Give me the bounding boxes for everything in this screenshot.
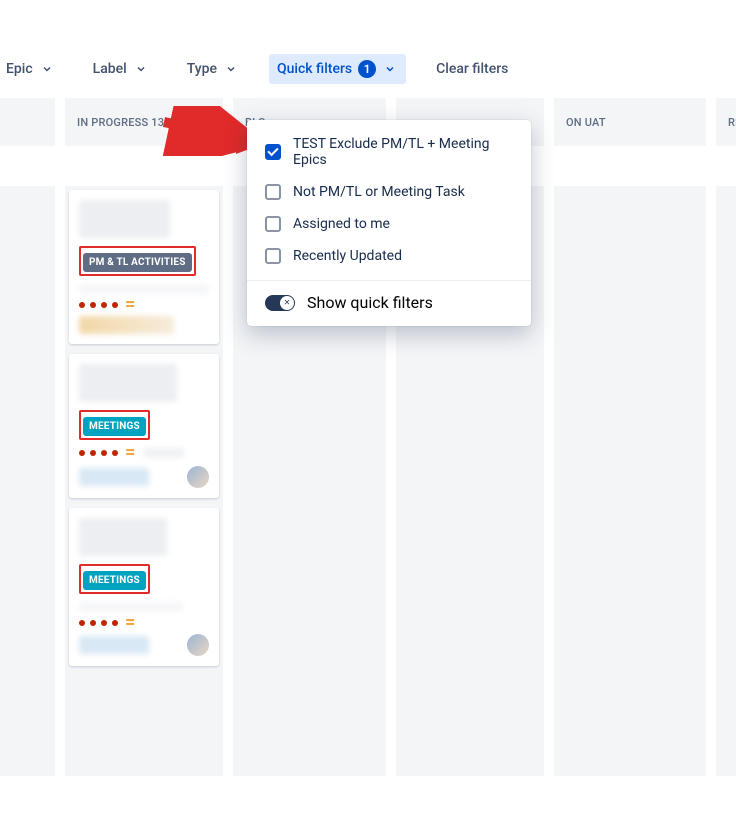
clear-filters-label: Clear filters	[436, 61, 508, 77]
quick-filters-count-badge: 1	[358, 60, 376, 78]
filter-option-label: Not PM/TL or Meeting Task	[293, 184, 465, 200]
chevron-down-icon	[382, 61, 398, 77]
board-column: 1/1	[0, 98, 55, 776]
card-title-placeholder	[79, 364, 177, 402]
priority-dots: =	[79, 448, 209, 458]
card-key-placeholder	[79, 636, 149, 654]
avatar	[187, 466, 209, 488]
checkbox-icon	[265, 216, 281, 232]
priority-dots: =	[79, 302, 209, 308]
epic-tag: MEETINGS	[83, 417, 146, 436]
filter-option-label: TEST Exclude PM/TL + Meeting Epics	[293, 136, 513, 168]
filter-option[interactable]: TEST Exclude PM/TL + Meeting Epics	[247, 120, 531, 176]
label-filter-label: Label	[93, 61, 127, 77]
column-header: ON UAT	[554, 98, 706, 146]
highlight-box: MEETINGS	[79, 410, 150, 440]
card[interactable]: MEETINGS =	[69, 508, 219, 666]
card-text-placeholder	[79, 602, 183, 612]
card-footer	[79, 466, 209, 488]
column-body	[716, 186, 736, 776]
card-key-placeholder	[79, 316, 174, 334]
filter-option[interactable]: Assigned to me	[247, 208, 531, 240]
board-column: ON UAT	[554, 98, 706, 776]
filter-option-label: Recently Updated	[293, 248, 402, 264]
column-header: REA	[716, 98, 736, 146]
toggle-icon	[265, 295, 295, 311]
quick-filters[interactable]: Quick filters 1	[269, 54, 406, 84]
epic-tag: MEETINGS	[83, 571, 146, 590]
card-title-placeholder	[79, 200, 170, 238]
equals-icon: =	[125, 302, 135, 308]
card-footer	[79, 634, 209, 656]
column-body	[554, 186, 706, 776]
checkbox-icon	[265, 184, 281, 200]
quick-filters-dropdown: TEST Exclude PM/TL + Meeting Epics Not P…	[247, 120, 531, 326]
epic-tag: PM & TL ACTIVITIES	[83, 253, 192, 272]
type-filter[interactable]: Type	[179, 55, 247, 83]
quick-filters-label: Quick filters	[277, 61, 352, 77]
card-text-placeholder	[79, 284, 209, 294]
column-body: PM & TL ACTIVITIES = MEETINGS	[65, 186, 223, 776]
board-column: REA	[716, 98, 736, 776]
card-footer	[79, 316, 209, 334]
chevron-down-icon	[223, 61, 239, 77]
toggle-label: Show quick filters	[307, 293, 433, 312]
filter-option[interactable]: Not PM/TL or Meeting Task	[247, 176, 531, 208]
avatar	[187, 634, 209, 656]
type-filter-label: Type	[187, 61, 217, 77]
equals-icon: =	[125, 450, 135, 456]
epic-filter-label: Epic	[6, 61, 33, 77]
card[interactable]: PM & TL ACTIVITIES =	[69, 190, 219, 344]
priority-dots: =	[79, 620, 209, 626]
clear-filters[interactable]: Clear filters	[428, 55, 516, 83]
card-text-placeholder	[144, 448, 184, 458]
column-header: 1/1	[0, 98, 55, 146]
epic-filter[interactable]: Epic	[0, 55, 63, 83]
highlight-box: PM & TL ACTIVITIES	[79, 246, 196, 276]
equals-icon: =	[125, 620, 135, 626]
filters-toolbar: Epic Label Type Quick filters 1 Clear fi…	[0, 0, 736, 98]
card-key-placeholder	[79, 468, 149, 486]
checkbox-icon	[265, 248, 281, 264]
filter-option-label: Assigned to me	[293, 216, 390, 232]
column-body	[0, 186, 55, 776]
board-column: IN PROGRESS 13/13 PM & TL ACTIVITIES =	[65, 98, 223, 776]
highlight-box: MEETINGS	[79, 564, 150, 594]
card[interactable]: MEETINGS =	[69, 354, 219, 498]
card-title-placeholder	[79, 518, 167, 556]
checkbox-icon	[265, 144, 281, 160]
filter-option[interactable]: Recently Updated	[247, 240, 531, 272]
chevron-down-icon	[133, 61, 149, 77]
show-quick-filters-toggle[interactable]: Show quick filters	[247, 281, 531, 326]
chevron-down-icon	[39, 61, 55, 77]
label-filter[interactable]: Label	[85, 55, 157, 83]
